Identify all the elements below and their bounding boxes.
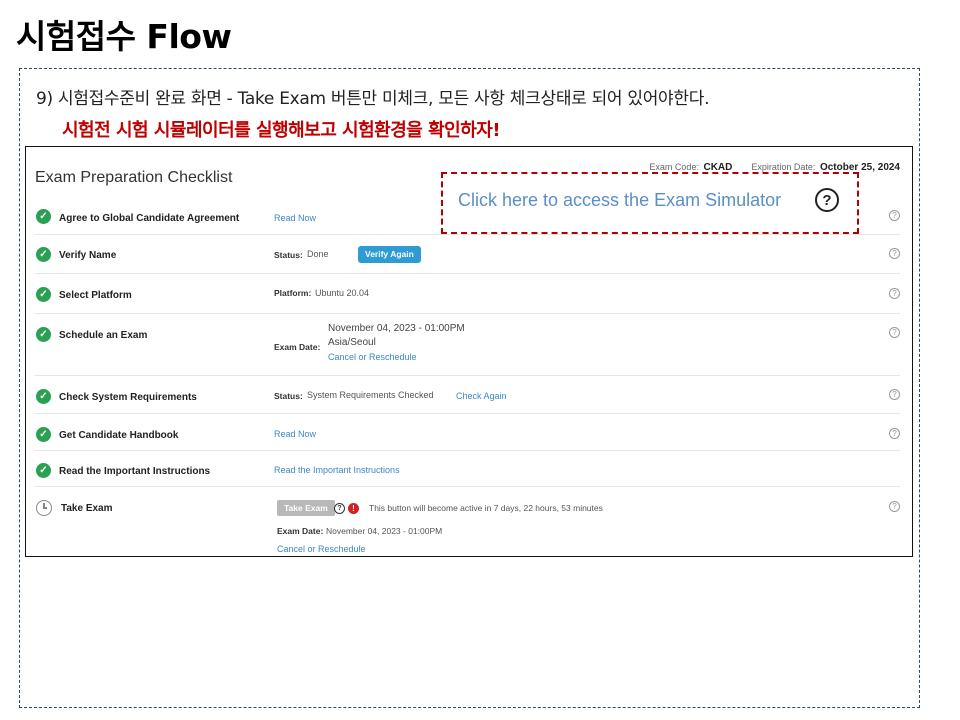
help-circle-icon[interactable]: ? <box>889 210 900 221</box>
check-circle-icon: ✓ <box>36 247 51 262</box>
check-circle-icon: ✓ <box>36 209 51 224</box>
platform-label: Platform: <box>274 288 312 298</box>
exam-code-label: Exam Code: <box>649 162 699 172</box>
item-label-verify-name: Verify Name <box>59 250 117 261</box>
read-now-link[interactable]: Read Now <box>274 429 316 439</box>
read-now-link[interactable]: Read Now <box>274 213 316 223</box>
exam-date-label: Exam Date: <box>277 526 324 536</box>
cancel-reschedule-link[interactable]: Cancel or Reschedule <box>328 352 417 362</box>
help-circle-icon[interactable]: ? <box>889 288 900 299</box>
checklist-row-schedule: ✓ Schedule an Exam Exam Date: November 0… <box>35 314 900 376</box>
help-circle-icon[interactable]: ? <box>889 501 900 512</box>
status-label: Status: <box>274 250 303 260</box>
checklist-row-platform: ✓ Select Platform Platform: Ubuntu 20.04… <box>35 274 900 314</box>
item-label-handbook: Get Candidate Handbook <box>59 430 179 441</box>
checklist-row-take-exam: Take Exam Take Exam ? ! This button will… <box>35 487 900 555</box>
check-circle-icon: ✓ <box>36 463 51 478</box>
warning-icon: ! <box>348 503 359 514</box>
item-label-schedule: Schedule an Exam <box>59 330 148 341</box>
exam-date-value: November 04, 2023 - 01:00PM <box>326 526 443 536</box>
help-circle-icon[interactable]: ? <box>334 503 345 514</box>
slide-description: 9) 시험접수준비 완료 화면 - Take Exam 버튼만 미체크, 모든 … <box>36 89 710 109</box>
help-circle-icon[interactable]: ? <box>889 428 900 439</box>
item-label-instructions: Read the Important Instructions <box>59 466 211 477</box>
checklist-row-system-requirements: ✓ Check System Requirements Status: Syst… <box>35 376 900 414</box>
item-label-platform: Select Platform <box>59 290 132 301</box>
check-circle-icon: ✓ <box>36 327 51 342</box>
item-label-agreement: Agree to Global Candidate Agreement <box>59 213 240 224</box>
verify-again-button[interactable]: Verify Again <box>358 246 421 263</box>
exam-timezone: Asia/Seoul <box>328 337 376 348</box>
cancel-reschedule-link[interactable]: Cancel or Reschedule <box>277 544 366 554</box>
check-circle-icon: ✓ <box>36 389 51 404</box>
help-circle-icon[interactable]: ? <box>889 248 900 259</box>
check-circle-icon: ✓ <box>36 427 51 442</box>
exam-date-value: November 04, 2023 - 01:00PM <box>328 323 465 334</box>
exam-date-label: Exam Date: <box>274 342 321 352</box>
status-value: Done <box>307 249 329 259</box>
platform-value: Ubuntu 20.04 <box>315 288 370 298</box>
exam-simulator-link[interactable]: Click here to access the Exam Simulator <box>458 190 781 211</box>
checklist-row-instructions: ✓ Read the Important Instructions Read t… <box>35 451 900 487</box>
expiration-label: Expiration Date: <box>751 162 816 172</box>
check-again-link[interactable]: Check Again <box>456 391 507 401</box>
take-exam-notice: This button will become active in 7 days… <box>369 503 603 513</box>
clock-icon <box>36 500 52 516</box>
checklist-row-handbook: ✓ Get Candidate Handbook Read Now ? <box>35 414 900 451</box>
item-label-system-requirements: Check System Requirements <box>59 392 197 403</box>
slide-highlight: 시험전 시험 시뮬레이터를 실행해보고 시험환경을 확인하자! <box>62 120 501 141</box>
checklist-title: Exam Preparation Checklist <box>35 169 233 186</box>
status-label: Status: <box>274 391 303 401</box>
read-instructions-link[interactable]: Read the Important Instructions <box>274 465 400 475</box>
slide-title: 시험접수 Flow <box>16 17 232 56</box>
status-value: System Requirements Checked <box>307 390 434 400</box>
help-circle-icon[interactable]: ? <box>815 188 839 212</box>
check-circle-icon: ✓ <box>36 287 51 302</box>
help-circle-icon[interactable]: ? <box>889 389 900 400</box>
help-circle-icon[interactable]: ? <box>889 327 900 338</box>
take-exam-button[interactable]: Take Exam <box>277 500 335 516</box>
checklist-row-verify-name: ✓ Verify Name Status: Done Verify Again … <box>35 235 900 274</box>
exam-simulator-callout[interactable]: Click here to access the Exam Simulator … <box>441 172 859 234</box>
item-label-take-exam: Take Exam <box>61 503 113 514</box>
exam-checklist-screenshot: Exam Preparation Checklist Exam Code: CK… <box>25 146 913 557</box>
